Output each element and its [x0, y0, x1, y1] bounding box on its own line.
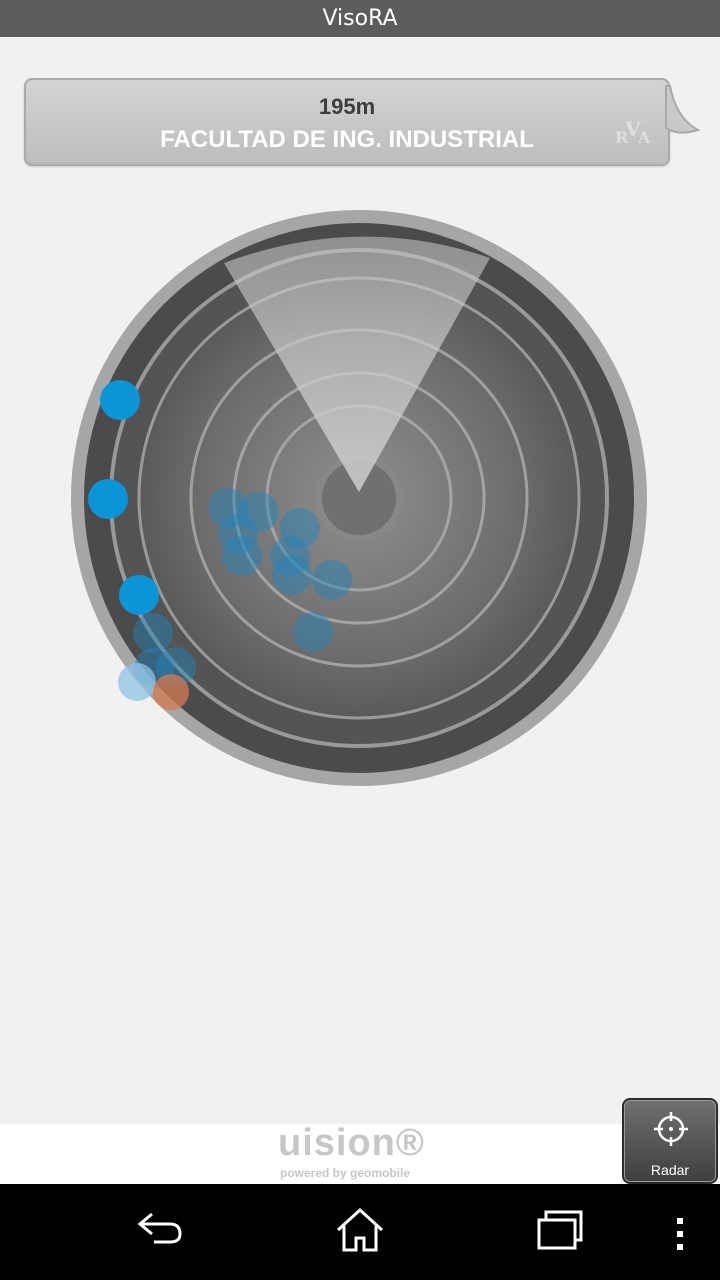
poi-info-bubble[interactable]: 195m FACULTAD DE ING. INDUSTRIAL R V A: [24, 78, 670, 166]
radar-poi-marker[interactable]: [100, 380, 140, 420]
poi-distance: 195m: [318, 94, 376, 119]
radar-poi-marker[interactable]: [293, 612, 333, 652]
powered-by-text: powered by geomobile: [280, 1166, 411, 1180]
radar-poi-marker[interactable]: [133, 613, 173, 653]
radar-view[interactable]: [70, 208, 650, 788]
back-icon[interactable]: [136, 1208, 186, 1248]
poi-name: FACULTAD DE ING. INDUSTRIAL: [160, 126, 534, 153]
home-icon[interactable]: [334, 1208, 386, 1254]
powered-by-logo: uision® powered by geomobile: [278, 1122, 448, 1180]
svg-text:A: A: [637, 128, 651, 147]
footer-strip: uision® powered by geomobile: [0, 1122, 720, 1184]
bubble-tail: [665, 85, 700, 134]
radar-button-label: Radar: [650, 1162, 690, 1178]
radar-poi-marker[interactable]: [222, 536, 262, 576]
radar-poi-marker[interactable]: [118, 663, 156, 701]
recents-icon[interactable]: [536, 1208, 584, 1252]
overflow-menu-icon[interactable]: [672, 1208, 688, 1252]
radar-poi-marker[interactable]: [119, 575, 159, 615]
app-title: VisoRA: [322, 6, 398, 31]
rva-logo-icon: R V A: [615, 117, 651, 147]
radar-poi-marker[interactable]: [272, 555, 312, 595]
radar-poi-marker[interactable]: [88, 479, 128, 519]
app-title-bar: VisoRA: [0, 0, 720, 37]
radar-poi-marker[interactable]: [153, 674, 189, 710]
radar-button[interactable]: Radar: [622, 1098, 718, 1184]
radar-poi-marker[interactable]: [312, 560, 352, 600]
vision-logo-text: uision®: [278, 1122, 425, 1164]
system-navigation-bar: [0, 1184, 720, 1280]
crosshair-icon: [654, 1112, 688, 1146]
